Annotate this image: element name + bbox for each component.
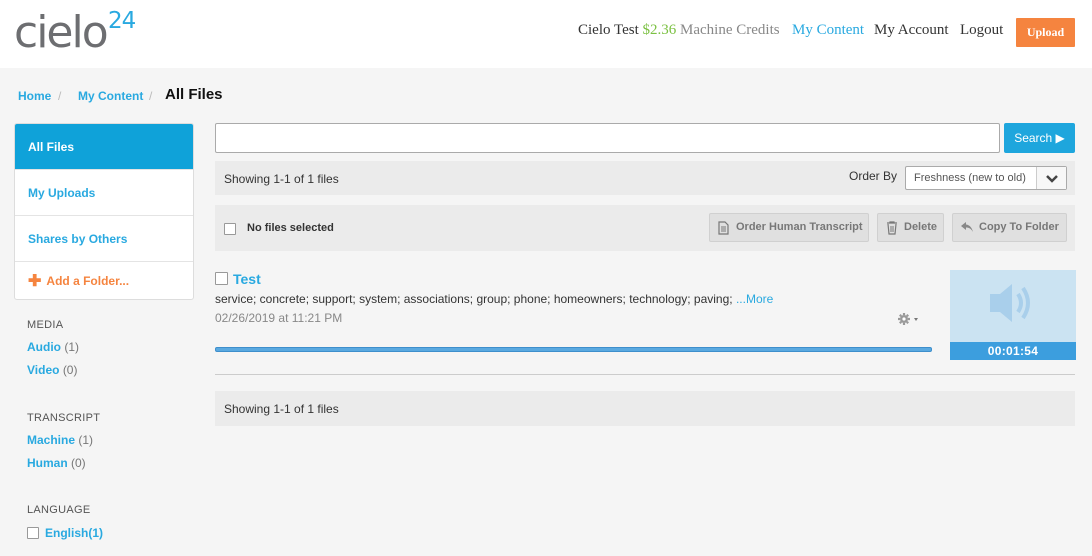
footer-showing-count: Showing 1-1 of 1 files (224, 402, 339, 416)
order-by-label: Order By (849, 169, 898, 183)
search-button[interactable]: Search ▶ (1004, 123, 1075, 153)
search-input[interactable] (215, 123, 1000, 153)
nav-my-content[interactable]: My Content (792, 22, 864, 39)
file-keywords: service; concrete; support; system; asso… (215, 292, 773, 306)
upload-button[interactable]: Upload (1016, 18, 1075, 47)
filter-heading-language: LANGUAGE (27, 504, 91, 516)
breadcrumb-my-content[interactable]: My Content (78, 86, 143, 106)
language-english-checkbox[interactable] (27, 527, 39, 539)
nav-logout[interactable]: Logout (960, 22, 1003, 39)
add-folder-label: Add a Folder... (46, 274, 130, 288)
sidebar-item-my-uploads[interactable]: My Uploads (15, 170, 193, 216)
order-human-label: Order Human Transcript (736, 221, 863, 233)
breadcrumb-current: All Files (165, 86, 223, 103)
delete-button[interactable]: Delete (877, 213, 944, 242)
filter-audio[interactable]: Audio (1) (27, 340, 79, 354)
divider (215, 374, 1075, 375)
sidebar-folders: All Files My Uploads Shares by Others ✚ A… (14, 123, 194, 300)
filter-video-count: (0) (62, 363, 78, 377)
selection-status: No files selected (247, 222, 334, 234)
filter-audio-count: (1) (64, 340, 80, 354)
nav-my-account[interactable]: My Account (874, 22, 949, 39)
gear-icon (898, 313, 918, 325)
more-keywords-link[interactable]: ...More (736, 292, 773, 306)
user-name: Cielo Test (578, 22, 639, 38)
reply-arrow-icon (961, 222, 973, 232)
logo-word: cielo (14, 7, 109, 58)
speaker-icon (990, 284, 1030, 322)
trash-icon (887, 221, 897, 235)
media-duration: 00:01:54 (950, 342, 1076, 360)
file-title-link[interactable]: Test (233, 271, 261, 287)
sidebar-item-shares-by-others[interactable]: Shares by Others (15, 216, 193, 262)
chevron-down-icon (1036, 167, 1066, 189)
select-all-checkbox[interactable] (224, 223, 236, 235)
processing-progress-bar (215, 347, 932, 352)
plus-icon: ✚ (28, 273, 42, 290)
filter-machine[interactable]: Machine (1) (27, 433, 93, 447)
account-credits: Cielo Test $2.36 Machine Credits (578, 22, 780, 39)
bulk-actions-bar (215, 205, 1075, 251)
filter-audio-label: Audio (27, 340, 61, 354)
cielo24-logo[interactable]: cielo 24 (14, 8, 136, 55)
file-settings-menu[interactable] (897, 312, 923, 331)
order-human-transcript-button[interactable]: Order Human Transcript (709, 213, 869, 242)
copy-to-folder-label: Copy To Folder (979, 221, 1059, 233)
credits-label: Machine Credits (680, 22, 780, 38)
breadcrumb-separator: / (58, 89, 62, 103)
filter-video-label: Video (27, 363, 60, 377)
filter-machine-label: Machine (27, 433, 76, 447)
breadcrumb-home[interactable]: Home (18, 86, 51, 106)
filter-machine-count: (1) (78, 433, 94, 447)
logo-number: 24 (108, 8, 136, 34)
add-folder-button[interactable]: ✚ Add a Folder... (15, 262, 193, 299)
document-icon (718, 221, 729, 235)
filter-human-label: Human (27, 456, 68, 470)
credits-amount: $2.36 (642, 22, 677, 38)
filter-english[interactable]: English(1) (45, 526, 103, 540)
filter-heading-transcript: TRANSCRIPT (27, 412, 101, 424)
order-by-value: Freshness (new to old) (914, 172, 1026, 184)
copy-to-folder-button[interactable]: Copy To Folder (952, 213, 1067, 242)
delete-label: Delete (904, 221, 938, 233)
filter-video[interactable]: Video (0) (27, 363, 77, 377)
header: cielo 24 Cielo Test $2.36 Machine Credit… (0, 0, 1092, 68)
filter-human-count: (0) (71, 456, 86, 470)
filter-human[interactable]: Human (0) (27, 456, 86, 470)
order-by-select[interactable]: Freshness (new to old) (905, 166, 1067, 190)
file-date: 02/26/2019 at 11:21 PM (215, 311, 343, 325)
results-footer: Showing 1-1 of 1 files (215, 391, 1075, 426)
breadcrumb-separator: / (149, 89, 153, 103)
showing-count: Showing 1-1 of 1 files (224, 172, 339, 186)
file-select-checkbox[interactable] (215, 272, 228, 285)
file-keywords-text: service; concrete; support; system; asso… (215, 292, 733, 306)
media-thumbnail[interactable]: 00:01:54 (950, 270, 1076, 360)
filter-heading-media: MEDIA (27, 319, 64, 331)
sidebar-item-all-files[interactable]: All Files (15, 124, 193, 170)
